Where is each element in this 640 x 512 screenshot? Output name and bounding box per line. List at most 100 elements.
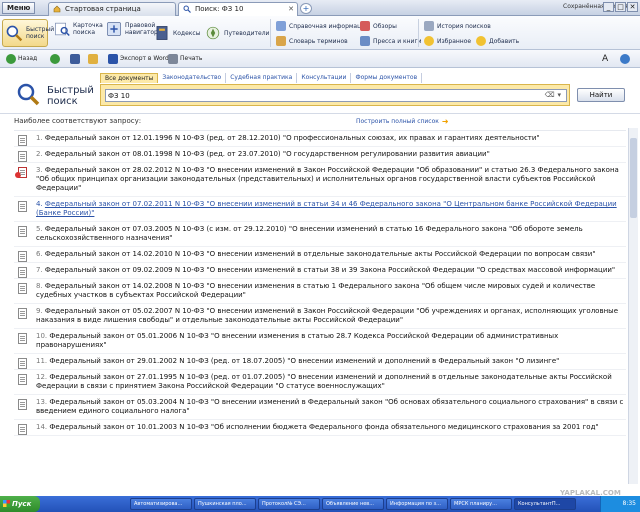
clear-input-icon[interactable]: ⌫	[545, 91, 555, 99]
legal-navigator-button[interactable]: Правовой навигатор	[106, 21, 158, 37]
list-item[interactable]: 2. Федеральный закон от 08.01.1998 N 10-…	[14, 147, 626, 163]
item-number: 10.	[36, 332, 48, 340]
navigator-label: Правовой навигатор	[125, 22, 158, 36]
tab-court-practice[interactable]: Судебная практика	[226, 73, 298, 83]
page-title: Быстрый поиск	[47, 85, 94, 107]
item-number: 2.	[36, 150, 43, 158]
find-button[interactable]: Найти	[577, 88, 625, 102]
forward-button[interactable]	[50, 53, 62, 65]
item-number: 14.	[36, 423, 48, 431]
close-window-icon[interactable]: ✕	[627, 2, 638, 12]
start-button[interactable]: Пуск	[0, 496, 40, 512]
search-history-label: История поисков	[437, 22, 491, 30]
ribbon-separator	[418, 19, 419, 47]
list-item[interactable]: 13. Федеральный закон от 05.03.2004 N 10…	[14, 395, 626, 420]
system-tray-clock: 8:35	[600, 496, 640, 512]
taskbar-item[interactable]: Автоматизирова...	[130, 498, 192, 510]
list-item[interactable]: 14. Федеральный закон от 10.01.2003 N 10…	[14, 420, 626, 436]
results-heading: Наиболее соответствуют запросу:	[14, 117, 142, 125]
item-title: Федеральный закон от 14.02.2008 N 10-ФЗ …	[36, 282, 596, 299]
codes-button[interactable]: Кодексы	[154, 25, 200, 41]
list-item[interactable]: 1. Федеральный закон от 12.01.1996 N 10-…	[14, 131, 626, 147]
window-controls: _ □ ✕	[603, 2, 638, 12]
close-tab-icon[interactable]: ✕	[288, 3, 294, 15]
document-icon	[18, 358, 27, 369]
guide-icon	[206, 26, 220, 40]
tab-search-results[interactable]: Поиск: ФЗ 10 ✕	[178, 2, 298, 16]
folder-icon	[88, 54, 98, 64]
taskbar-item[interactable]: МРСК планиру...	[450, 498, 512, 510]
list-item[interactable]: 10. Федеральный закон от 05.01.2006 N 10…	[14, 329, 626, 354]
results-scrollbar[interactable]	[628, 128, 638, 484]
results-list: 1. Федеральный закон от 12.01.1996 N 10-…	[14, 130, 626, 482]
list-item[interactable]: 4. Федеральный закон от 07.02.2011 N 10-…	[14, 197, 626, 222]
add-favorite-button[interactable]: Добавить	[476, 36, 519, 46]
list-item[interactable]: 11. Федеральный закон от 29.01.2002 N 10…	[14, 354, 626, 370]
document-not-in-force-icon	[15, 167, 27, 178]
search-history-button[interactable]: История поисков	[424, 21, 491, 31]
list-item[interactable]: 8. Федеральный закон от 14.02.2008 N 10-…	[14, 279, 626, 304]
item-number: 11.	[36, 357, 48, 365]
save-button[interactable]	[70, 53, 82, 65]
reviews-button[interactable]: Обзоры	[360, 21, 397, 31]
tab-consultations[interactable]: Консультации	[297, 73, 352, 83]
font-size-icon: A	[602, 54, 609, 64]
export-word-button[interactable]: Экспорт в Word	[108, 53, 169, 65]
maximize-icon[interactable]: □	[615, 2, 626, 12]
font-size-button[interactable]: A	[602, 53, 608, 65]
document-type-tabs: Все документы Законодательство Судебная …	[100, 73, 423, 83]
favorites-label: Избранное	[437, 37, 472, 45]
tab-label: Стартовая страница	[65, 5, 141, 13]
floppy-icon	[70, 54, 80, 64]
word-icon	[108, 54, 118, 64]
menu-button[interactable]: Меню	[2, 2, 36, 14]
taskbar-item-active[interactable]: КонсультантП...	[514, 498, 576, 510]
help-button[interactable]	[620, 53, 632, 65]
list-item[interactable]: 3. Федеральный закон от 28.02.2012 N 10-…	[14, 163, 626, 197]
quick-search-label: Быстрый поиск	[26, 26, 55, 40]
list-item[interactable]: 7. Федеральный закон от 09.02.2009 N 10-…	[14, 263, 626, 279]
item-title: Федеральный закон от 05.03.2004 N 10-ФЗ …	[36, 398, 624, 415]
item-number: 6.	[36, 250, 43, 258]
taskbar-item[interactable]: Информация по з...	[386, 498, 448, 510]
search-input[interactable]	[105, 89, 567, 102]
quick-search-button[interactable]: Быстрый поиск	[2, 19, 55, 47]
help-icon	[620, 54, 630, 64]
build-full-list-link[interactable]: Построить полный список ➜	[356, 117, 449, 126]
card-search-button[interactable]: Карточка поиска	[54, 21, 107, 37]
back-label: Назад	[18, 55, 38, 62]
history-icon	[424, 21, 434, 31]
tab-legislation[interactable]: Законодательство	[158, 73, 227, 83]
list-item[interactable]: 12. Федеральный закон от 27.01.1995 N 10…	[14, 370, 626, 395]
reference-info-button[interactable]: Справочная информация	[276, 21, 369, 31]
back-button[interactable]: Назад	[6, 53, 37, 65]
list-item[interactable]: 6. Федеральный закон от 14.02.2010 N 10-…	[14, 247, 626, 263]
tab-document-forms[interactable]: Формы документов	[351, 73, 423, 83]
taskbar-item[interactable]: Объявление нев...	[322, 498, 384, 510]
list-item[interactable]: 5. Федеральный закон от 07.03.2005 N 10-…	[14, 222, 626, 247]
taskbar-item[interactable]: Пушкинская пло...	[194, 498, 256, 510]
tab-start-page[interactable]: Стартовая страница	[48, 2, 176, 16]
ribbon-toolbar: Быстрый поиск Карточка поиска Правовой н…	[0, 16, 640, 50]
minimize-icon[interactable]: _	[603, 2, 614, 12]
reference-info-label: Справочная информация	[289, 22, 369, 30]
print-button[interactable]: Печать	[168, 53, 202, 65]
new-tab-button[interactable]: +	[300, 3, 312, 14]
dropdown-arrow-icon[interactable]: ▾	[557, 91, 561, 99]
item-number: 12.	[36, 373, 48, 381]
favorites-button[interactable]: Избранное	[424, 36, 471, 46]
tab-all-documents[interactable]: Все документы	[100, 73, 159, 83]
guides-button[interactable]: Путеводители	[205, 25, 269, 41]
scrollbar-thumb[interactable]	[630, 138, 637, 218]
document-icon	[18, 226, 27, 237]
folder-button[interactable]	[88, 53, 100, 65]
item-number: 5.	[36, 225, 43, 233]
taskbar-item[interactable]: Протокол№ СЭ...	[258, 498, 320, 510]
list-item[interactable]: 9. Федеральный закон от 05.02.2007 N 10-…	[14, 304, 626, 329]
printer-icon	[168, 54, 178, 64]
glossary-button[interactable]: Словарь терминов	[276, 36, 348, 46]
press-books-button[interactable]: Пресса и книги	[360, 36, 422, 46]
document-icon	[18, 283, 27, 294]
item-number: 13.	[36, 398, 48, 406]
item-title: Федеральный закон от 29.01.2002 N 10-ФЗ …	[49, 357, 560, 365]
